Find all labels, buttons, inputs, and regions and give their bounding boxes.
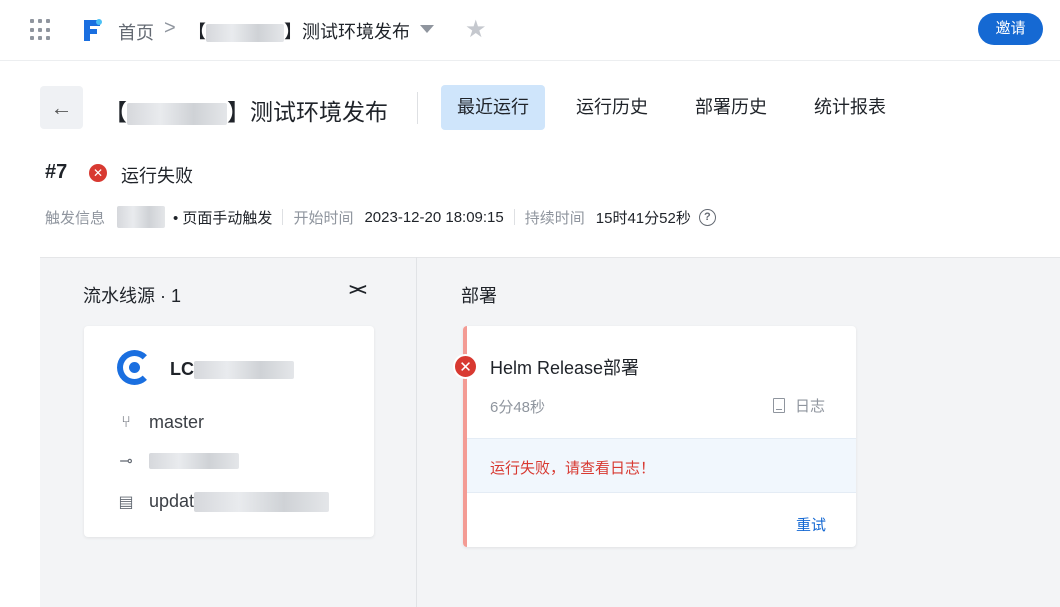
source-stage-title: 流水线源 · 1 <box>83 286 182 306</box>
run-number: #7 <box>45 161 68 183</box>
job-fail-icon: ✕ <box>453 354 478 379</box>
tab-reports[interactable]: 统计报表 <box>798 85 902 130</box>
document-icon: ▤ <box>118 493 134 511</box>
job-duration: 6分48秒 <box>490 399 546 416</box>
repo-icon <box>117 350 152 385</box>
log-link[interactable]: 日志 <box>773 395 825 416</box>
breadcrumb-separator: > <box>164 17 176 39</box>
breadcrumb-home[interactable]: 首页 <box>118 19 154 45</box>
logo-icon[interactable] <box>80 16 104 44</box>
error-message: 运行失败，请查看日志！ <box>490 460 656 477</box>
repo-name-text: LC <box>170 359 194 379</box>
tab-run-history[interactable]: 运行历史 <box>560 85 664 130</box>
breadcrumb-current-project[interactable]: 【 】测试环境发布 <box>188 18 410 44</box>
collapse-icon[interactable]: >< <box>349 280 367 300</box>
redacted-text <box>194 491 330 512</box>
redacted-commit-id <box>149 453 239 469</box>
deploy-stage-title: 部署 <box>461 286 497 306</box>
repo-name: LC <box>170 359 294 380</box>
duration-label: 持续时间 <box>524 209 585 227</box>
back-button[interactable]: ← <box>40 86 83 129</box>
branch-icon: ⑂ <box>121 413 131 431</box>
log-label: 日志 <box>795 398 826 415</box>
app-grid-icon[interactable] <box>30 19 52 41</box>
fail-status-icon: ✕ <box>89 164 107 182</box>
trigger-value: • 页面手动触发 <box>173 209 273 227</box>
start-time-value: 2023-12-20 18:09:15 <box>364 208 504 226</box>
retry-button[interactable]: 重试 <box>796 514 826 535</box>
redacted-text <box>127 102 227 125</box>
run-meta: 触发信息 • 页面手动触发 开始时间 2023-12-20 18:09:15 持… <box>45 206 716 228</box>
run-status: 运行失败 <box>121 166 193 186</box>
title-bracket: 【 <box>104 99 127 125</box>
star-icon[interactable]: ★ <box>465 18 487 42</box>
tab-deploy-history[interactable]: 部署历史 <box>679 85 783 130</box>
source-card[interactable]: LC ⑂ master ⊸ ▤ updat <box>84 326 374 537</box>
deploy-job-card[interactable]: Helm Release部署 6分48秒 日志 运行失败，请查看日志！ 重试 <box>463 326 856 547</box>
help-icon[interactable]: ? <box>698 208 716 226</box>
tab-recent-runs[interactable]: 最近运行 <box>441 85 545 130</box>
divider <box>513 209 515 225</box>
job-name: Helm Release部署 <box>490 358 640 378</box>
commit-icon: ⊸ <box>119 453 133 470</box>
top-bar: 首页 > 【 】测试环境发布 ★ 邀请 <box>0 0 1060 61</box>
redacted-text <box>194 361 294 380</box>
chevron-down-icon[interactable] <box>420 25 434 33</box>
branch-row: ⑂ master <box>116 412 204 433</box>
page-title: 【 】测试环境发布 <box>104 93 388 127</box>
book-icon <box>773 398 785 413</box>
branch-name: master <box>149 412 205 432</box>
start-time-label: 开始时间 <box>293 209 354 227</box>
title-text: 】测试环境发布 <box>227 99 388 125</box>
trigger-label: 触发信息 <box>45 209 106 227</box>
breadcrumb-bracket: 【 <box>188 22 206 42</box>
commit-row: ⊸ <box>116 451 239 471</box>
commit-message: updat <box>149 491 195 511</box>
redacted-user <box>117 206 166 228</box>
breadcrumb-project-name: 】测试环境发布 <box>284 22 410 42</box>
divider <box>417 92 418 124</box>
stage-divider <box>416 257 417 607</box>
divider <box>282 209 284 225</box>
commit-message-row: ▤ updat <box>116 491 330 512</box>
redacted-text <box>206 24 284 43</box>
arrow-left-icon: ← <box>50 95 73 120</box>
duration-value: 15时41分52秒 <box>595 209 691 227</box>
error-message-box: 运行失败，请查看日志！ <box>467 438 856 493</box>
invite-button[interactable]: 邀请 <box>978 13 1043 45</box>
